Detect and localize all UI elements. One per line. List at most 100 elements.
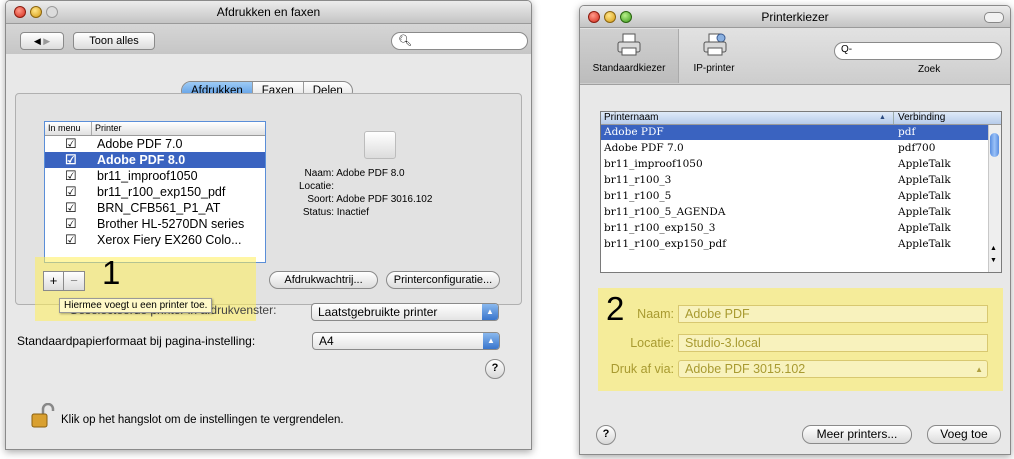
checkbox-checked-icon[interactable]: ☑ bbox=[65, 169, 77, 182]
printer-image bbox=[364, 131, 396, 159]
search-field[interactable]: 🔍︎ bbox=[391, 32, 528, 50]
printer-table-row[interactable]: Adobe PDF pdf bbox=[601, 125, 988, 140]
printer-name-cell: br11_r100_3 bbox=[604, 174, 672, 186]
printer-name-cell: Adobe PDF 7.0 bbox=[604, 142, 684, 154]
info-location-label: Locatie: bbox=[298, 181, 334, 192]
checkbox-checked-icon[interactable]: ☑ bbox=[65, 217, 77, 230]
print-queue-button[interactable]: Afdrukwachtrij... bbox=[269, 271, 378, 289]
printer-list[interactable]: In menu Printer ☑ Adobe PDF 7.0 ☑ Adobe PDF… bbox=[44, 121, 266, 263]
help-button[interactable]: ? bbox=[485, 359, 505, 379]
printer-table-row[interactable]: br11_r100_3 AppleTalk bbox=[601, 173, 988, 188]
printer-list-header: In menu Printer bbox=[45, 122, 265, 136]
printer-name: BRN_CFB561_P1_AT bbox=[97, 201, 221, 215]
printer-setup-button[interactable]: Printerconfiguratie... bbox=[386, 271, 500, 289]
checkbox-checked-icon[interactable]: ☑ bbox=[65, 153, 77, 166]
info-name-label: Naam: bbox=[304, 168, 334, 179]
printer-table-row[interactable]: br11_improof1050 AppleTalk bbox=[601, 157, 988, 172]
scroll-up-arrow-icon[interactable]: ▲ bbox=[990, 245, 997, 252]
printer-list-row[interactable]: ☑ BRN_CFB561_P1_AT bbox=[45, 200, 265, 216]
printer-list-row[interactable]: ☑ br11_improof1050 bbox=[45, 168, 265, 184]
printer-list-row[interactable]: ☑ Xerox Fiery EX260 Colo... bbox=[45, 232, 265, 248]
help-button[interactable]: ? bbox=[596, 425, 616, 445]
checkbox-checked-icon[interactable]: ☑ bbox=[65, 201, 77, 214]
header-printer[interactable]: Printer bbox=[95, 122, 122, 135]
print-via-label: Druk af via: bbox=[610, 362, 674, 376]
more-printers-button[interactable]: Meer printers... bbox=[802, 425, 912, 444]
info-kind-value: Adobe PDF 3016.102 bbox=[336, 194, 433, 205]
title-bar: Afdrukken en faxen bbox=[6, 1, 531, 24]
printer-table-row[interactable]: br11_r100_exp150_3 AppleTalk bbox=[601, 221, 988, 236]
back-forward-buttons[interactable]: ◀ ▶ bbox=[20, 32, 64, 50]
printer-list-row[interactable]: ☑ Brother HL-5270DN series bbox=[45, 216, 265, 232]
printer-icon bbox=[617, 33, 641, 56]
connection-cell: AppleTalk bbox=[898, 206, 951, 218]
printer-list-row[interactable]: ☑ Adobe PDF 7.0 bbox=[45, 136, 265, 152]
printing-preferences-window: Afdrukken en faxen ◀ ▶ Toon alles 🔍︎ Afd… bbox=[5, 0, 532, 450]
printer-browser-window: Printerkiezer Standaardkiezer IP-printer… bbox=[579, 5, 1011, 455]
name-label: Naam: bbox=[637, 307, 674, 321]
forward-arrow-icon[interactable]: ▶ bbox=[43, 36, 50, 46]
connection-cell: AppleTalk bbox=[898, 190, 951, 202]
header-printer-name[interactable]: Printernaam bbox=[604, 112, 658, 124]
printer-table-row[interactable]: br11_r100_5_AGENDA AppleTalk bbox=[601, 205, 988, 220]
printer-info: Naam: Adobe PDF 8.0 Locatie: Soort: Adob… bbox=[274, 167, 514, 219]
print-via-popup[interactable]: Adobe PDF 3015.102 ▲ bbox=[678, 360, 988, 378]
show-all-button[interactable]: Toon alles bbox=[73, 32, 155, 50]
paper-size-value: A4 bbox=[319, 334, 334, 348]
scroll-down-arrow-icon[interactable]: ▼ bbox=[990, 257, 997, 264]
toolbar-default-browser[interactable]: Standaardkiezer bbox=[580, 29, 679, 83]
connection-cell: pdf bbox=[898, 126, 916, 138]
search-icon-placeholder: Q- bbox=[841, 44, 853, 55]
toolbar-toggle-button[interactable] bbox=[984, 12, 1004, 23]
popup-arrows-icon: ▲ bbox=[975, 365, 983, 374]
scrollbar-thumb[interactable] bbox=[990, 133, 999, 157]
paper-size-popup[interactable]: A4 ▲ bbox=[312, 332, 500, 350]
info-kind-label: Soort: bbox=[307, 194, 334, 205]
printer-table-header: Printernaam ▲ Verbinding bbox=[601, 112, 1001, 125]
padlock-icon[interactable] bbox=[29, 402, 55, 429]
lock-message: Klik op het hangslot om de instellingen … bbox=[61, 414, 344, 426]
name-field[interactable]: Adobe PDF bbox=[678, 305, 988, 323]
printer-name: br11_r100_exp150_pdf bbox=[97, 185, 226, 199]
printer-name-cell: Adobe PDF bbox=[604, 126, 664, 138]
info-status-value: Inactief bbox=[336, 207, 370, 218]
add-printer-button[interactable]: + bbox=[44, 272, 64, 290]
printer-name-cell: br11_r100_exp150_pdf bbox=[604, 238, 727, 250]
printer-name: Adobe PDF 7.0 bbox=[97, 137, 183, 151]
info-status-label: Status: bbox=[302, 207, 334, 218]
printer-table[interactable]: Printernaam ▲ Verbinding Adobe PDF pdf Ado… bbox=[600, 111, 1002, 273]
location-field[interactable]: Studio-3.local bbox=[678, 334, 988, 352]
print-via-value: Adobe PDF 3015.102 bbox=[685, 362, 806, 376]
toolbar-default-label: Standaardkiezer bbox=[592, 63, 666, 74]
search-field[interactable]: Q- bbox=[834, 42, 1002, 60]
printer-name: Brother HL-5270DN series bbox=[97, 217, 245, 231]
printer-table-row[interactable]: Adobe PDF 7.0 pdf700 bbox=[601, 141, 988, 156]
printer-table-row[interactable]: br11_r100_exp150_pdf AppleTalk bbox=[601, 237, 988, 252]
checkbox-checked-icon[interactable]: ☑ bbox=[65, 185, 77, 198]
printer-list-row[interactable]: ☑ Adobe PDF 8.0 bbox=[45, 152, 265, 168]
window-title: Afdrukken en faxen bbox=[216, 5, 321, 19]
selected-printer-popup[interactable]: Laatstgebruikte printer ▲ bbox=[311, 303, 499, 321]
toolbar-ip-label: IP-printer bbox=[693, 63, 735, 74]
remove-printer-button[interactable]: − bbox=[64, 272, 84, 290]
printer-name-cell: br11_r100_5_AGENDA bbox=[604, 206, 726, 218]
printer-table-row[interactable]: br11_r100_5 AppleTalk bbox=[601, 189, 988, 204]
header-in-menu[interactable]: In menu bbox=[48, 122, 81, 135]
popup-arrows-icon: ▲ bbox=[482, 304, 498, 320]
selected-printer-value: Laatstgebruikte printer bbox=[318, 305, 438, 319]
checkbox-checked-icon[interactable]: ☑ bbox=[65, 233, 77, 246]
header-connection[interactable]: Verbinding bbox=[898, 112, 945, 124]
location-label: Locatie: bbox=[630, 336, 674, 350]
printer-name: br11_improof1050 bbox=[97, 169, 198, 183]
printer-name-cell: br11_r100_exp150_3 bbox=[604, 222, 716, 234]
printer-list-row[interactable]: ☑ br11_r100_exp150_pdf bbox=[45, 184, 265, 200]
printer-name-cell: br11_r100_5 bbox=[604, 190, 672, 202]
toolbar-ip-printer[interactable]: IP-printer bbox=[684, 29, 744, 83]
paper-size-label: Standaardpapierformaat bij pagina-instel… bbox=[17, 334, 256, 348]
back-arrow-icon[interactable]: ◀ bbox=[34, 36, 41, 46]
add-button[interactable]: Voeg toe bbox=[927, 425, 1001, 444]
checkbox-checked-icon[interactable]: ☑ bbox=[65, 137, 77, 150]
table-scrollbar[interactable]: ▲ ▼ bbox=[988, 125, 1001, 272]
popup-arrows-icon: ▲ bbox=[483, 333, 499, 349]
printer-name-cell: br11_improof1050 bbox=[604, 158, 703, 170]
